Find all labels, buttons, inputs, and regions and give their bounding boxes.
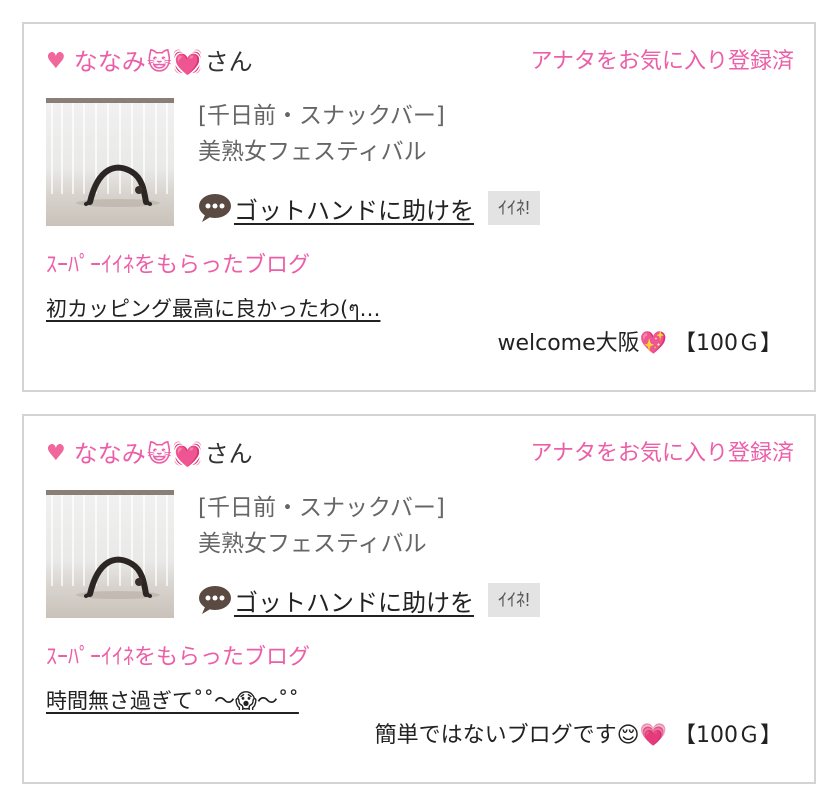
profile-thumbnail[interactable] (46, 98, 174, 226)
heart-icon: ♥ (46, 441, 66, 466)
like-button[interactable]: ｲｲﾈ! (488, 583, 541, 617)
headline-link[interactable]: ゴットハンドに助けを (234, 583, 474, 618)
name-suffix: さん (204, 440, 253, 468)
favorite-card: ♥ ななみ 😺 💓 さん アナタをお気に入り登録済 [千日前・スナックバー] 美… (22, 414, 816, 784)
shop-name: 美熟女フェスティバル (198, 139, 427, 165)
card-header: ♥ ななみ 😺 💓 さん アナタをお気に入り登録済 (46, 42, 794, 82)
blog-summary: 簡単ではないブログです😌💗 【100Ｇ】 (374, 723, 782, 748)
cat-emoji-icon: 😺 (146, 440, 172, 468)
favorite-status: アナタをお気に入り登録済 (530, 441, 794, 466)
speech-bubble-icon (199, 194, 231, 222)
shop-info: [千日前・スナックバー] 美熟女フェスティバル (198, 98, 445, 170)
user-name: ななみ (73, 48, 146, 76)
profile-thumbnail[interactable] (46, 490, 174, 618)
yoga-photo (46, 98, 174, 207)
user-name-link[interactable]: ♥ ななみ 😺 💓 さん (46, 434, 253, 474)
super-like-label: ｽｰﾊﾟｰｲｲﾈをもらったブログ (46, 645, 311, 670)
blog-summary: welcome大阪💖 【100Ｇ】 (497, 331, 782, 356)
favorite-card: ♥ ななみ 😺 💓 さん アナタをお気に入り登録済 [千日前・スナックバー] 美… (22, 22, 816, 392)
blog-title-link[interactable]: 時間無さ過ぎて˚˚〜😱〜˚˚ (46, 684, 299, 718)
shop-location: [千日前・スナックバー] (198, 495, 445, 521)
shop-location: [千日前・スナックバー] (198, 103, 445, 129)
blog-title-link[interactable]: 初カッピング最高に良かったわ(ๆ… (46, 292, 380, 326)
favorite-status: アナタをお気に入り登録済 (530, 49, 794, 74)
yoga-photo (46, 490, 174, 599)
heart-emoji-icon: 💓 (172, 48, 203, 76)
like-button[interactable]: ｲｲﾈ! (488, 191, 541, 225)
name-suffix: さん (204, 48, 253, 76)
shop-info: [千日前・スナックバー] 美熟女フェスティバル (198, 490, 445, 562)
favorites-page: ♥ ななみ 😺 💓 さん アナタをお気に入り登録済 [千日前・スナックバー] 美… (0, 0, 840, 792)
user-name: ななみ (73, 440, 146, 468)
shop-name: 美熟女フェスティバル (198, 531, 427, 557)
cat-emoji-icon: 😺 (146, 48, 172, 76)
headline-link[interactable]: ゴットハンドに助けを (234, 191, 474, 226)
heart-emoji-icon: 💓 (172, 440, 203, 468)
heart-icon: ♥ (46, 49, 66, 74)
headline-row: ゴットハンドに助けを ｲｲﾈ! (198, 188, 541, 228)
speech-bubble-icon (199, 586, 231, 614)
headline-row: ゴットハンドに助けを ｲｲﾈ! (198, 580, 541, 620)
card-header: ♥ ななみ 😺 💓 さん アナタをお気に入り登録済 (46, 434, 794, 474)
user-name-link[interactable]: ♥ ななみ 😺 💓 さん (46, 42, 253, 82)
super-like-label: ｽｰﾊﾟｰｲｲﾈをもらったブログ (46, 253, 311, 278)
